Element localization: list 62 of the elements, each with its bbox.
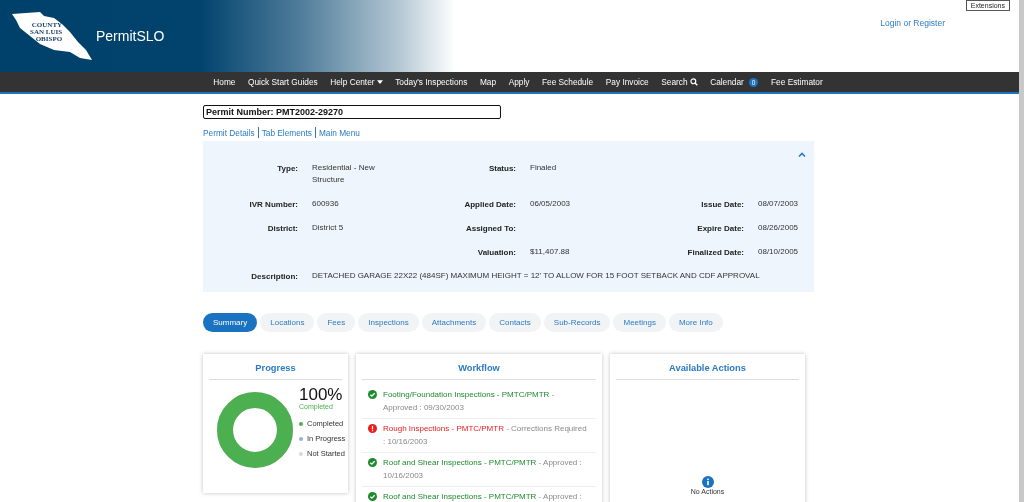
- site-title: PermitSLO: [96, 28, 165, 44]
- field-value: Finaled: [530, 162, 558, 174]
- tab[interactable]: More Info: [668, 313, 723, 332]
- field-label: Assigned To:: [464, 224, 516, 234]
- check-icon: [368, 458, 377, 467]
- workflow-step[interactable]: Footing/Foundation Inspections - PMTC/PMTR - Approved : 09/30/2003: [383, 388, 590, 414]
- nav-link[interactable]: Map: [473, 77, 503, 87]
- search-icon: [689, 78, 698, 86]
- field-label: IVR Number:: [248, 200, 298, 210]
- tab[interactable]: Inspections: [358, 313, 419, 332]
- field-label: Applied Date:: [463, 200, 516, 210]
- workflow-step[interactable]: Roof and Shear Inspections - PMTC/PMTR - Approved : 10/16/2003: [383, 456, 590, 482]
- collapse-toggle-icon[interactable]: [798, 152, 806, 157]
- field-label: Description:: [250, 272, 298, 282]
- nav-link[interactable]: Help Center: [323, 77, 389, 87]
- field-label: District:: [266, 224, 298, 234]
- field-value: 08/10/2005: [758, 246, 800, 258]
- field-value: 06/05/2003: [530, 198, 572, 210]
- percent-value: 100%: [299, 385, 344, 404]
- field-label: Expire Date:: [696, 224, 744, 234]
- tab[interactable]: Contacts: [489, 313, 541, 332]
- card-title: Workflow: [362, 354, 596, 380]
- check-icon: [368, 390, 377, 399]
- tab[interactable]: Summary: [203, 313, 258, 332]
- field-label: Finalized Date:: [686, 248, 744, 258]
- info-icon: [701, 476, 714, 488]
- tab[interactable]: Meetings: [613, 313, 666, 332]
- field-value: District 5: [312, 222, 345, 234]
- field-value: Residential - New Structure: [312, 162, 376, 186]
- tab[interactable]: Fees: [317, 313, 356, 332]
- nav-link[interactable]: Pay Invoice: [599, 77, 655, 87]
- login-link[interactable]: Login or Register: [880, 18, 945, 28]
- field-value: 08/26/2005: [758, 222, 800, 234]
- nav-link[interactable]: Fee Schedule: [535, 77, 600, 87]
- nav-link[interactable]: Home: [207, 77, 242, 87]
- breadcrumb-link[interactable]: Main Menu: [318, 127, 360, 138]
- field-value: 08/07/2003: [758, 198, 800, 210]
- card-title: Available Actions: [616, 354, 799, 380]
- breadcrumb-link[interactable]: Tab Elements: [261, 127, 312, 138]
- field-label: Status:: [487, 164, 516, 175]
- nav-link[interactable]: Search: [654, 77, 704, 87]
- permit-number: Permit Number: PMT2002-29270: [203, 105, 501, 119]
- tab[interactable]: Sub-Records: [543, 313, 611, 332]
- nav-link[interactable]: Today's Inspections: [388, 77, 474, 87]
- field-value: $11,407.88: [530, 246, 571, 258]
- tab[interactable]: Locations: [260, 313, 315, 332]
- nav-link[interactable]: Quick Start Guides: [241, 77, 324, 87]
- field-label: Issue Date:: [700, 200, 744, 210]
- tab[interactable]: Attachments: [421, 313, 487, 332]
- alert-icon: [368, 424, 377, 433]
- field-label: Type:: [276, 164, 298, 175]
- nav-link[interactable]: Fee Estimator: [764, 77, 829, 87]
- field-value: DETACHED GARAGE 22X22 (484SF) MAXIMUM HEIGHT = 12' TO ALLOW FOR 15 FOOT SETBACK AND CDF APPROVAL: [312, 270, 761, 282]
- card-title: Progress: [209, 354, 342, 380]
- breadcrumb-link[interactable]: Permit Details: [203, 127, 255, 138]
- nav-link[interactable]: Apply: [502, 77, 536, 87]
- scrollbar[interactable]: [1019, 0, 1024, 502]
- field-label: Valuation:: [476, 248, 516, 258]
- workflow-step[interactable]: Roof and Shear Inspections - PMTC/PMTR - Approved :: [383, 490, 582, 502]
- field-value: 600936: [312, 198, 340, 210]
- caret-icon: [376, 80, 383, 84]
- workflow-step[interactable]: Rough Inspections - PMTC/PMTR - Corrections Required : 10/16/2003: [383, 422, 590, 448]
